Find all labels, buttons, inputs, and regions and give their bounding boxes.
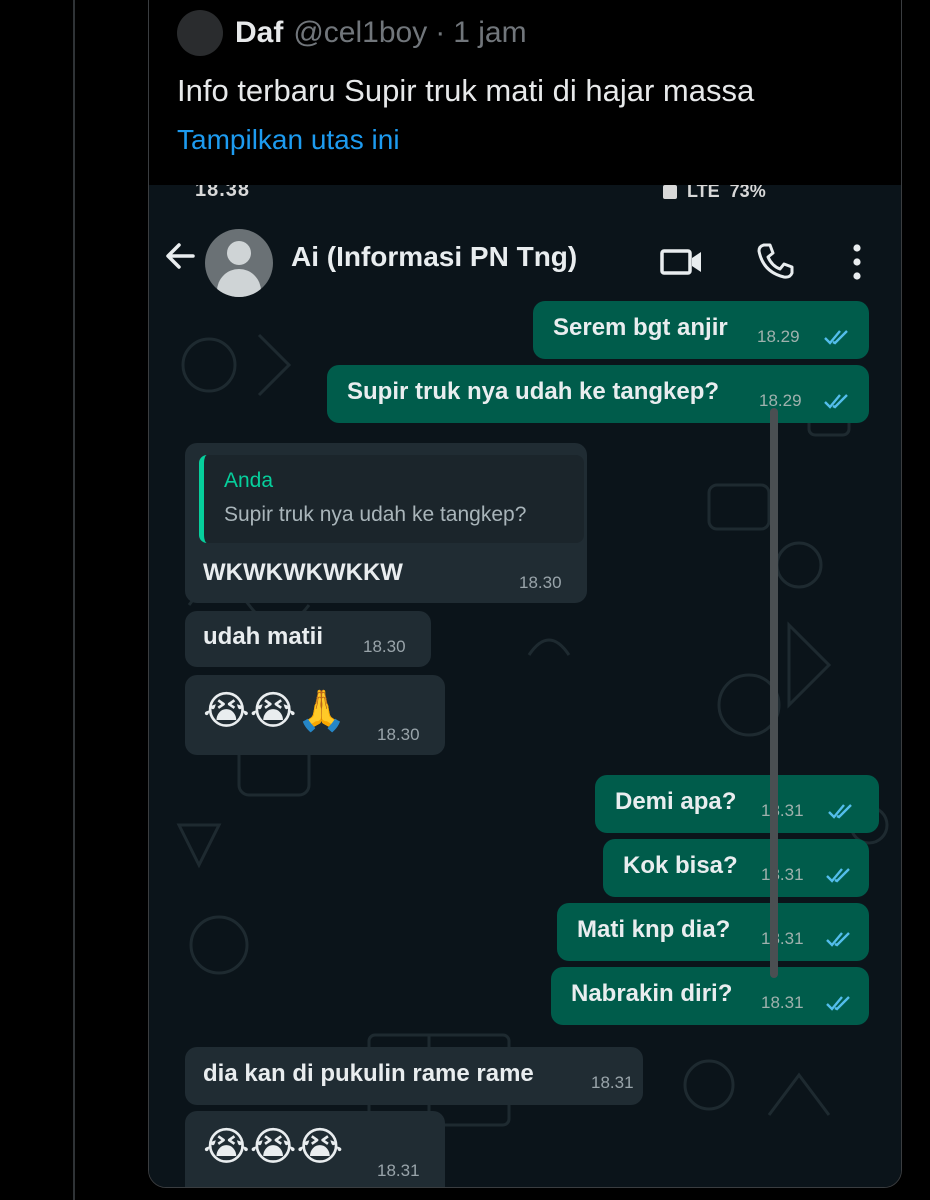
double-check-icon (826, 868, 850, 883)
contact-name[interactable]: Ai (Informasi PN Tng) (291, 241, 577, 273)
timeline-thread-line (73, 0, 75, 1200)
double-check-icon (828, 804, 852, 819)
message-time: 18.31 (591, 1073, 634, 1092)
message-time: 18.29 (759, 391, 802, 410)
back-arrow-icon[interactable] (163, 239, 197, 273)
message-time: 18.31 (377, 1161, 420, 1180)
message-emoji: 😭😭🙏 (203, 689, 347, 733)
quoted-sender: Anda (224, 469, 274, 492)
double-check-icon (826, 996, 850, 1011)
message-text: Nabrakin diri? (571, 980, 733, 1007)
outgoing-message[interactable]: Demi apa? 18.31 (595, 775, 879, 833)
more-options-icon[interactable] (849, 243, 865, 281)
notification-icon (663, 185, 677, 199)
message-text: Serem bgt anjir (553, 314, 728, 341)
contact-avatar[interactable] (205, 229, 273, 297)
double-check-icon (826, 932, 850, 947)
double-check-icon (824, 394, 848, 409)
message-text: Demi apa? (615, 788, 737, 815)
message-time: 18.30 (519, 573, 562, 592)
phone-status-bar: 18.38 LTE 73% (149, 185, 901, 209)
message-text: dia kan di pukulin rame rame (203, 1060, 534, 1087)
tweet-time[interactable]: 1 jam (453, 16, 526, 50)
author-avatar[interactable] (177, 10, 223, 56)
message-time: 18.31 (761, 929, 804, 948)
double-check-icon (824, 330, 848, 345)
show-thread-link[interactable]: Tampilkan utas ini (177, 124, 400, 156)
message-time: 18.31 (761, 865, 804, 884)
page-scrollbar[interactable] (770, 408, 778, 978)
outgoing-message[interactable]: Nabrakin diri? 18.31 (551, 967, 869, 1025)
chat-app-bar: Ai (Informasi PN Tng) (149, 215, 901, 305)
message-text: WKWKWKWKKW (203, 559, 403, 586)
incoming-emoji-message[interactable]: 😭😭😭 18.31 (185, 1111, 445, 1187)
status-time: 18.38 (195, 185, 251, 201)
header-separator: · (435, 16, 446, 49)
quoted-tweet-card[interactable]: Daf @cel1boy · 1 jam Info terbaru Supir … (148, 0, 902, 1188)
message-text: udah matii (203, 623, 324, 650)
network-label: LTE (687, 185, 720, 201)
outgoing-message[interactable]: Serem bgt anjir 18.29 (533, 301, 869, 359)
quoted-text: Supir truk nya udah ke tangkep? (224, 503, 527, 526)
outgoing-message[interactable]: Mati knp dia? 18.31 (557, 903, 869, 961)
message-time: 18.31 (761, 801, 804, 820)
message-text: Supir truk nya udah ke tangkep? (347, 378, 720, 405)
outgoing-message[interactable]: Kok bisa? 18.31 (603, 839, 869, 897)
status-indicators: LTE 73% (663, 185, 766, 202)
author-name[interactable]: Daf (235, 16, 283, 50)
tweet-text: Info terbaru Supir truk mati di hajar ma… (177, 73, 755, 108)
video-call-icon[interactable] (659, 247, 705, 277)
message-time: 18.30 (377, 725, 420, 744)
outgoing-message[interactable]: Supir truk nya udah ke tangkep? 18.29 (327, 365, 869, 423)
message-emoji: 😭😭😭 (203, 1125, 344, 1169)
message-text: Kok bisa? (623, 852, 738, 879)
phone-call-icon[interactable] (755, 241, 795, 281)
tweet-header: Daf @cel1boy · 1 jam (177, 10, 527, 56)
incoming-reply-message[interactable]: Anda Supir truk nya udah ke tangkep? WKW… (185, 443, 587, 603)
message-text: Mati knp dia? (577, 916, 731, 943)
quoted-message[interactable]: Anda Supir truk nya udah ke tangkep? (199, 455, 584, 543)
incoming-emoji-message[interactable]: 😭😭🙏 18.30 (185, 675, 445, 755)
author-handle[interactable]: @cel1boy (293, 16, 427, 50)
battery-level: 73% (729, 185, 766, 201)
message-time: 18.31 (761, 993, 804, 1012)
message-time: 18.29 (757, 327, 800, 346)
incoming-message[interactable]: udah matii 18.30 (185, 611, 431, 667)
chat-screenshot-image[interactable]: 18.38 LTE 73% Ai (Informasi PN Tng) Sere… (149, 185, 901, 1187)
incoming-message[interactable]: dia kan di pukulin rame rame 18.31 (185, 1047, 643, 1105)
message-time: 18.30 (363, 637, 406, 656)
